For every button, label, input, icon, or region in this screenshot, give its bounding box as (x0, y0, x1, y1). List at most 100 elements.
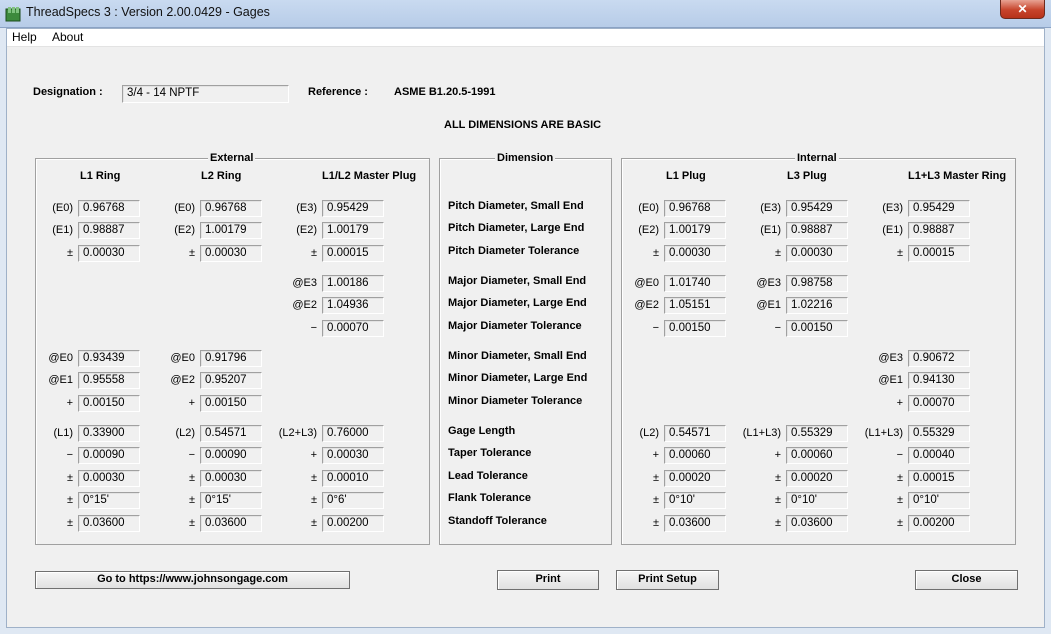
external-col2-row9-prefix: + (188, 397, 195, 409)
external-col3-row1-value[interactable]: 0.95429 (322, 200, 384, 217)
internal-col1-row12-value[interactable]: 0.00020 (664, 470, 726, 487)
internal-col2-row2-prefix: (E1) (760, 224, 781, 236)
internal-col3-row1-value[interactable]: 0.95429 (908, 200, 970, 217)
internal-col1-row10-value[interactable]: 0.54571 (664, 425, 726, 442)
internal-col3-row9-value[interactable]: 0.00070 (908, 395, 970, 412)
external-col1-row9-value[interactable]: 0.00150 (78, 395, 140, 412)
external-col2-row9-value[interactable]: 0.00150 (200, 395, 262, 412)
internal-col2-row10-value[interactable]: 0.55329 (786, 425, 848, 442)
internal-col3-row2-prefix: (E1) (882, 224, 903, 236)
menu-help[interactable]: Help (12, 30, 37, 44)
external-col2-row12-prefix: ± (188, 472, 195, 484)
internal-col1-row13-value[interactable]: 0°10' (664, 492, 726, 509)
window-close-button[interactable]: ✕ (1000, 0, 1045, 19)
external-col2-row2-value[interactable]: 1.00179 (200, 222, 262, 239)
external-col2-row14-value[interactable]: 0.03600 (200, 515, 262, 532)
website-link-button[interactable]: Go to https://www.johnsongage.com (35, 571, 350, 589)
external-col1-row7-value[interactable]: 0.93439 (78, 350, 140, 367)
menu-about[interactable]: About (52, 30, 83, 44)
basic-dimensions-note: ALL DIMENSIONS ARE BASIC (444, 119, 602, 131)
title-bar: ThreadSpecs 3 : Version 2.00.0429 - Gage… (0, 0, 1051, 28)
internal-col2-row3-prefix: ± (774, 247, 781, 259)
external-col2-row3-value[interactable]: 0.00030 (200, 245, 262, 262)
external-col2-row11-value[interactable]: 0.00090 (200, 447, 262, 464)
external-col1-row14-value[interactable]: 0.03600 (78, 515, 140, 532)
external-col3-row14-value[interactable]: 0.00200 (322, 515, 384, 532)
internal-col2-row10-prefix: (L1+L3) (742, 427, 781, 439)
ext-header-l1-ring: L1 Ring (80, 170, 121, 182)
external-col3-row11-value[interactable]: 0.00030 (322, 447, 384, 464)
external-col1-row2-value[interactable]: 0.98887 (78, 222, 140, 239)
internal-col2-row13-value[interactable]: 0°10' (786, 492, 848, 509)
external-col2-row2-prefix: (E2) (174, 224, 195, 236)
dimension-group-title: Dimension (495, 152, 556, 164)
external-col3-row12-value[interactable]: 0.00010 (322, 470, 384, 487)
designation-field[interactable]: 3/4 - 14 NPTF (122, 85, 289, 103)
internal-col3-row11-value[interactable]: 0.00040 (908, 447, 970, 464)
external-col3-row4-value[interactable]: 1.00186 (322, 275, 384, 292)
internal-col3-row2-value[interactable]: 0.98887 (908, 222, 970, 239)
internal-col1-row11-value[interactable]: 0.00060 (664, 447, 726, 464)
external-col1-row13-value[interactable]: 0°15' (78, 492, 140, 509)
internal-col2-row12-value[interactable]: 0.00020 (786, 470, 848, 487)
external-col1-row2-prefix: (E1) (52, 224, 73, 236)
internal-col2-row4-value[interactable]: 0.98758 (786, 275, 848, 292)
external-col2-row1-value[interactable]: 0.96768 (200, 200, 262, 217)
external-col3-row13-value[interactable]: 0°6' (322, 492, 384, 509)
print-button[interactable]: Print (497, 570, 599, 590)
external-col2-row13-prefix: ± (188, 494, 195, 506)
external-col2-row10-value[interactable]: 0.54571 (200, 425, 262, 442)
internal-col2-row14-value[interactable]: 0.03600 (786, 515, 848, 532)
dimension-row-label: Pitch Diameter Tolerance (448, 245, 580, 257)
external-col1-row10-value[interactable]: 0.33900 (78, 425, 140, 442)
internal-col2-row2-value[interactable]: 0.98887 (786, 222, 848, 239)
internal-col2-row3-value[interactable]: 0.00030 (786, 245, 848, 262)
internal-col2-row6-value[interactable]: 0.00150 (786, 320, 848, 337)
internal-col3-row1-prefix: (E3) (882, 202, 903, 214)
external-col2-row13-value[interactable]: 0°15' (200, 492, 262, 509)
external-col3-row10-value[interactable]: 0.76000 (322, 425, 384, 442)
internal-col2-row1-value[interactable]: 0.95429 (786, 200, 848, 217)
internal-col3-row3-value[interactable]: 0.00015 (908, 245, 970, 262)
dimension-row-label: Major Diameter, Large End (448, 297, 587, 309)
external-col3-row5-prefix: @E2 (292, 299, 317, 311)
external-col2-row7-value[interactable]: 0.91796 (200, 350, 262, 367)
external-col3-row2-value[interactable]: 1.00179 (322, 222, 384, 239)
internal-col2-row5-value[interactable]: 1.02216 (786, 297, 848, 314)
internal-col1-row3-value[interactable]: 0.00030 (664, 245, 726, 262)
internal-col2-row14-prefix: ± (774, 517, 781, 529)
internal-col1-row5-value[interactable]: 1.05151 (664, 297, 726, 314)
external-col3-row5-value[interactable]: 1.04936 (322, 297, 384, 314)
internal-col3-row14-value[interactable]: 0.00200 (908, 515, 970, 532)
internal-col3-row14-prefix: ± (896, 517, 903, 529)
close-button[interactable]: Close (915, 570, 1018, 590)
internal-col1-row1-value[interactable]: 0.96768 (664, 200, 726, 217)
external-col1-row7-prefix: @E0 (48, 352, 73, 364)
internal-col1-row4-prefix: @E0 (634, 277, 659, 289)
external-col2-row8-value[interactable]: 0.95207 (200, 372, 262, 389)
internal-col1-row14-value[interactable]: 0.03600 (664, 515, 726, 532)
internal-col2-row1-prefix: (E3) (760, 202, 781, 214)
external-col1-row8-value[interactable]: 0.95558 (78, 372, 140, 389)
internal-col3-row13-value[interactable]: 0°10' (908, 492, 970, 509)
internal-col1-row6-value[interactable]: 0.00150 (664, 320, 726, 337)
reference-value: ASME B1.20.5-1991 (394, 86, 496, 98)
internal-col3-row12-value[interactable]: 0.00015 (908, 470, 970, 487)
print-setup-button[interactable]: Print Setup (616, 570, 719, 590)
internal-col3-row8-value[interactable]: 0.94130 (908, 372, 970, 389)
internal-col1-row3-prefix: ± (652, 247, 659, 259)
external-col1-row12-value[interactable]: 0.00030 (78, 470, 140, 487)
external-col3-row6-value[interactable]: 0.00070 (322, 320, 384, 337)
external-col1-row3-value[interactable]: 0.00030 (78, 245, 140, 262)
external-col1-row1-value[interactable]: 0.96768 (78, 200, 140, 217)
internal-col1-row10-prefix: (L2) (639, 427, 659, 439)
external-col2-row12-value[interactable]: 0.00030 (200, 470, 262, 487)
internal-col2-row11-value[interactable]: 0.00060 (786, 447, 848, 464)
external-col3-row3-value[interactable]: 0.00015 (322, 245, 384, 262)
internal-col1-row2-value[interactable]: 1.00179 (664, 222, 726, 239)
int-header-l3-plug: L3 Plug (787, 170, 827, 182)
internal-col3-row7-value[interactable]: 0.90672 (908, 350, 970, 367)
external-col1-row11-value[interactable]: 0.00090 (78, 447, 140, 464)
internal-col1-row4-value[interactable]: 1.01740 (664, 275, 726, 292)
internal-col3-row10-value[interactable]: 0.55329 (908, 425, 970, 442)
